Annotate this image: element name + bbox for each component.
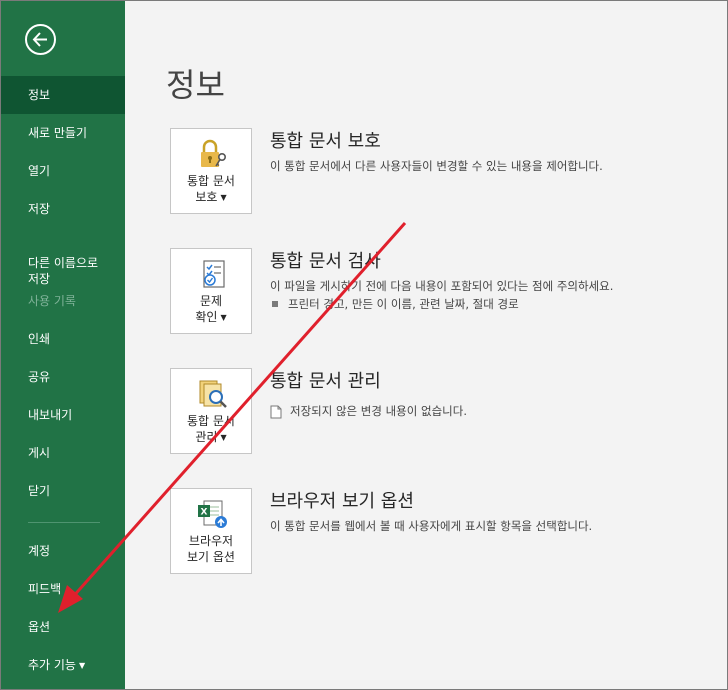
sidebar-item-close[interactable]: 닫기 <box>1 483 125 499</box>
bullet-text: 프린터 경고, 만든 이 이름, 관련 날짜, 절대 경로 <box>288 297 519 311</box>
sidebar-item-label: 계정 <box>28 544 51 558</box>
sidebar-item-feedback[interactable]: 피드백 <box>1 581 125 597</box>
sidebar-item-label: 피드백 <box>28 582 62 596</box>
section-description-row: 저장되지 않은 변경 내용이 없습니다. <box>270 403 467 419</box>
lock-key-icon <box>196 138 228 172</box>
sidebar-item-account[interactable]: 계정 <box>1 543 125 559</box>
page-title: 정보 <box>166 66 225 104</box>
chevron-down-icon: ▼ <box>78 661 86 670</box>
document-icon <box>270 405 282 418</box>
sidebar-item-history: 사용 기록 <box>1 293 125 309</box>
protect-workbook-button[interactable]: 통합 문서 보호 ▼ <box>170 128 252 214</box>
sidebar-item-label: 공유 <box>28 370 51 384</box>
sidebar-item-label: 인쇄 <box>28 332 51 346</box>
sidebar-item-label: 열기 <box>28 164 51 178</box>
sidebar-item-new[interactable]: 새로 만들기 <box>1 125 125 141</box>
manage-documents-icon <box>196 378 228 412</box>
inspect-bullet: 프린터 경고, 만든 이 이름, 관련 날짜, 절대 경로 <box>270 296 519 312</box>
section-description: 이 통합 문서를 웹에서 볼 때 사용자에게 표시할 항목을 선택합니다. <box>270 519 593 533</box>
sidebar-item-label: 정보 <box>28 88 51 102</box>
section-title: 통합 문서 검사 <box>270 251 381 272</box>
sidebar-item-print[interactable]: 인쇄 <box>1 331 125 347</box>
sidebar-item-label: 내보내기 <box>28 408 73 422</box>
chevron-down-icon: ▼ <box>220 193 227 202</box>
back-button[interactable] <box>25 24 56 55</box>
sidebar-item-label: 추가 기능 <box>28 658 76 672</box>
manage-workbook-button[interactable]: 통합 문서 관리 ▼ <box>170 368 252 454</box>
sidebar-item-add-ins[interactable]: 추가 기능 ▼ <box>1 657 125 674</box>
sidebar-item-label: 새로 만들기 <box>28 126 88 140</box>
button-label: 통합 문서 관리 ▼ <box>187 414 235 444</box>
svg-text:X: X <box>201 508 208 518</box>
sidebar-item-label: 닫기 <box>28 484 51 498</box>
chevron-down-icon: ▼ <box>220 313 227 322</box>
chevron-down-icon: ▼ <box>220 433 227 442</box>
sidebar-item-publish[interactable]: 게시 <box>1 445 125 461</box>
browser-view-options-button[interactable]: X 브라우저 보기 옵션 <box>170 488 252 574</box>
backstage-window: 정보 새로 만들기 열기 저장 다른 이름으로 저장 사용 기록 인쇄 공유 내… <box>0 0 728 690</box>
section-title: 통합 문서 관리 <box>270 371 381 392</box>
excel-browser-icon: X <box>196 498 228 532</box>
button-label: 통합 문서 보호 ▼ <box>187 174 235 204</box>
sidebar-divider <box>28 522 100 523</box>
section-title: 통합 문서 보호 <box>270 131 381 152</box>
section-title: 브라우저 보기 옵션 <box>270 491 414 512</box>
back-arrow-icon <box>32 32 47 47</box>
section-description: 저장되지 않은 변경 내용이 없습니다. <box>290 404 467 418</box>
sidebar-item-export[interactable]: 내보내기 <box>1 407 125 423</box>
sidebar-item-save-as[interactable]: 다른 이름으로 저장 <box>1 239 125 287</box>
sidebar-item-info[interactable]: 정보 <box>1 76 125 114</box>
check-issues-button[interactable]: 문제 확인 ▼ <box>170 248 252 334</box>
checklist-icon <box>196 258 228 292</box>
sidebar-item-label: 옵션 <box>28 620 51 634</box>
sidebar-item-options[interactable]: 옵션 <box>1 619 125 635</box>
sidebar-item-label: 사용 기록 <box>28 294 76 308</box>
sidebar-item-label: 저장 <box>28 202 51 216</box>
backstage-sidebar: 정보 새로 만들기 열기 저장 다른 이름으로 저장 사용 기록 인쇄 공유 내… <box>1 1 125 689</box>
section-description: 이 통합 문서에서 다른 사용자들이 변경할 수 있는 내용을 제어합니다. <box>270 159 603 173</box>
sidebar-item-save[interactable]: 저장 <box>1 201 125 217</box>
section-description: 이 파일을 게시하기 전에 다음 내용이 포함되어 있다는 점에 주의하세요. <box>270 279 614 293</box>
button-label: 브라우저 보기 옵션 <box>187 534 235 564</box>
sidebar-item-open[interactable]: 열기 <box>1 163 125 179</box>
sidebar-item-label: 다른 이름으로 저장 <box>28 256 99 286</box>
bullet-icon <box>272 301 278 307</box>
sidebar-item-share[interactable]: 공유 <box>1 369 125 385</box>
button-label: 문제 확인 ▼ <box>195 294 227 324</box>
sidebar-item-label: 게시 <box>28 446 51 460</box>
